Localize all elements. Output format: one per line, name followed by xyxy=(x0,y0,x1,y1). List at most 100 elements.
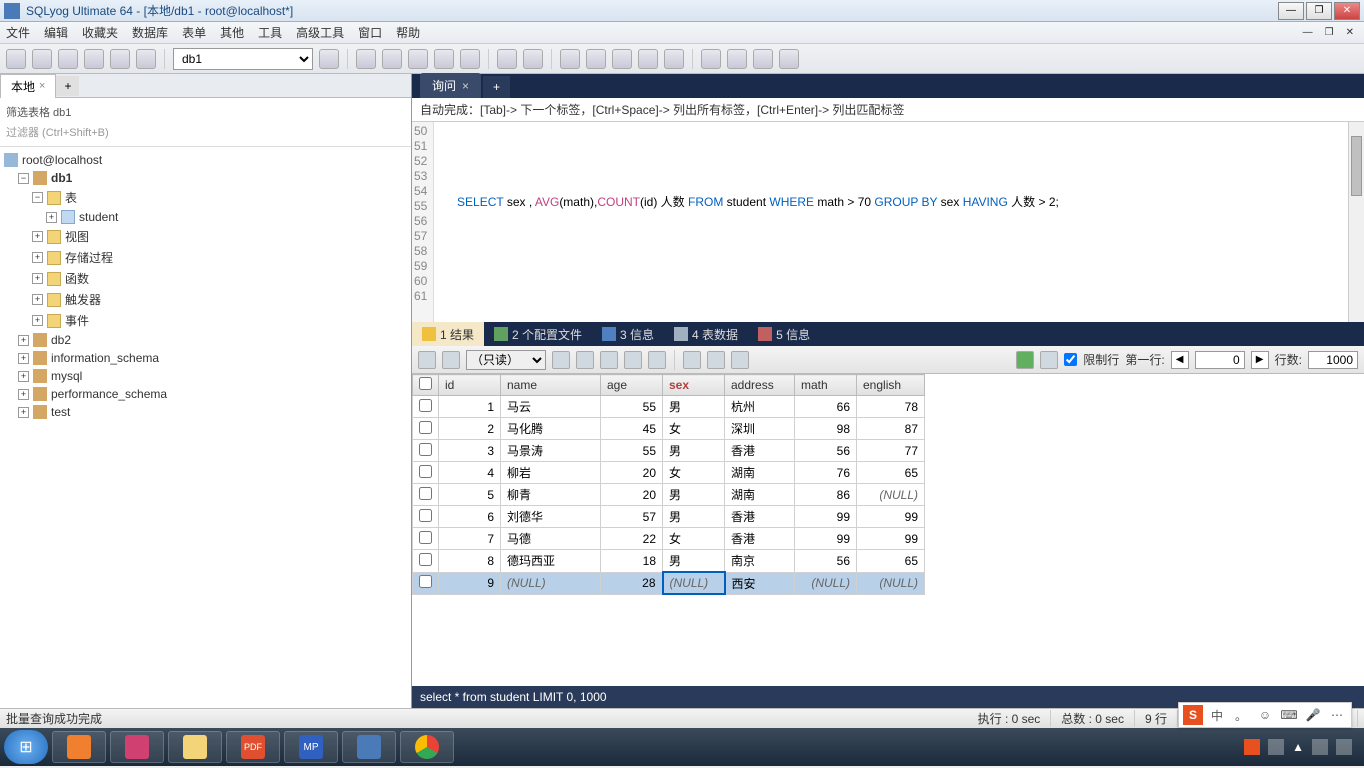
table-row[interactable]: 2马化腾45女深圳9887 xyxy=(413,418,925,440)
expand-icon[interactable]: + xyxy=(18,389,29,400)
cell-english[interactable]: 87 xyxy=(857,418,925,440)
execute-step-icon[interactable] xyxy=(84,49,104,69)
mdi-minimize-button[interactable]: — xyxy=(1299,27,1317,38)
rt-save-icon[interactable] xyxy=(600,351,618,369)
tray-icon[interactable] xyxy=(1268,739,1284,755)
result-tab-result[interactable]: 1 结果 xyxy=(412,322,484,347)
tree-db1[interactable]: db1 xyxy=(51,171,72,185)
taskbar-app-2[interactable] xyxy=(110,731,164,763)
expand-icon[interactable]: + xyxy=(32,231,43,242)
col-sex[interactable]: sex xyxy=(663,375,725,396)
refresh-icon[interactable] xyxy=(110,49,130,69)
taskbar-mp[interactable]: MP xyxy=(284,731,338,763)
cell-id[interactable]: 3 xyxy=(439,440,501,462)
cell-age[interactable]: 55 xyxy=(601,440,663,462)
tree-triggers[interactable]: 触发器 xyxy=(65,291,101,308)
refresh-icon[interactable] xyxy=(1040,351,1058,369)
cell-sex[interactable]: 女 xyxy=(663,418,725,440)
tb-icon-8[interactable] xyxy=(523,49,543,69)
ime-keyboard-icon[interactable]: ⌨ xyxy=(1279,705,1299,725)
cell-age[interactable]: 22 xyxy=(601,528,663,550)
table-row[interactable]: 1马云55男杭州6678 xyxy=(413,396,925,418)
cell-name[interactable]: 刘德华 xyxy=(501,506,601,528)
col-name[interactable]: name xyxy=(501,375,601,396)
table-row[interactable]: 5柳青20男湖南86(NULL) xyxy=(413,484,925,506)
tb-icon-5[interactable] xyxy=(434,49,454,69)
menu-window[interactable]: 窗口 xyxy=(358,24,382,41)
cell-name[interactable]: 马云 xyxy=(501,396,601,418)
ime-emoji-icon[interactable]: ☺ xyxy=(1255,705,1275,725)
cell-sex[interactable]: 女 xyxy=(663,462,725,484)
cell-math[interactable]: 99 xyxy=(795,506,857,528)
result-tab-tabledata[interactable]: 4 表数据 xyxy=(664,322,748,347)
maximize-button[interactable]: ❐ xyxy=(1306,2,1332,20)
cell-address[interactable]: 杭州 xyxy=(725,396,795,418)
tb-icon-3[interactable] xyxy=(382,49,402,69)
rt-form-icon[interactable] xyxy=(707,351,725,369)
cell-english[interactable]: (NULL) xyxy=(857,484,925,506)
cell-english[interactable]: 65 xyxy=(857,550,925,573)
query-tab[interactable]: 询问 × xyxy=(420,73,481,98)
menu-fav[interactable]: 收藏夹 xyxy=(82,24,118,41)
cell-age[interactable]: 20 xyxy=(601,462,663,484)
tray-network-icon[interactable] xyxy=(1312,739,1328,755)
tree-events[interactable]: 事件 xyxy=(65,312,89,329)
cell-name[interactable]: 马德 xyxy=(501,528,601,550)
cell-address[interactable]: 香港 xyxy=(725,528,795,550)
ime-more-icon[interactable]: ⋯ xyxy=(1327,705,1347,725)
cell-age[interactable]: 18 xyxy=(601,550,663,573)
cell-english[interactable]: 99 xyxy=(857,506,925,528)
cell-address[interactable]: 南京 xyxy=(725,550,795,573)
editor-scrollbar[interactable] xyxy=(1348,122,1364,322)
collapse-icon[interactable]: − xyxy=(32,192,43,203)
ime-toolbar[interactable]: S 中 。 ☺ ⌨ 🎤 ⋯ xyxy=(1178,702,1352,728)
cell-name[interactable]: 柳岩 xyxy=(501,462,601,484)
tb-icon-9[interactable] xyxy=(560,49,580,69)
menu-table[interactable]: 表单 xyxy=(182,24,206,41)
cell-sex[interactable]: 男 xyxy=(663,506,725,528)
cell-id[interactable]: 8 xyxy=(439,550,501,573)
tb-icon-10[interactable] xyxy=(586,49,606,69)
collapse-icon[interactable]: − xyxy=(18,173,29,184)
tb-icon-16[interactable] xyxy=(753,49,773,69)
tb-icon-1[interactable] xyxy=(319,49,339,69)
menu-advtool[interactable]: 高级工具 xyxy=(296,24,344,41)
ime-lang-icon[interactable]: 中 xyxy=(1207,705,1227,725)
row-checkbox[interactable] xyxy=(419,509,432,522)
database-select[interactable]: db1 xyxy=(173,48,313,70)
rt-export-icon[interactable] xyxy=(418,351,436,369)
cell-math[interactable]: (NULL) xyxy=(795,572,857,594)
cell-math[interactable]: 98 xyxy=(795,418,857,440)
tb-icon-2[interactable] xyxy=(356,49,376,69)
cell-name[interactable]: 柳青 xyxy=(501,484,601,506)
cell-id[interactable]: 1 xyxy=(439,396,501,418)
rt-dropdown-icon[interactable] xyxy=(442,351,460,369)
col-math[interactable]: math xyxy=(795,375,857,396)
cell-name[interactable]: 马化腾 xyxy=(501,418,601,440)
tree-student[interactable]: student xyxy=(79,210,118,224)
expand-icon[interactable]: + xyxy=(18,371,29,382)
expand-icon[interactable]: + xyxy=(32,252,43,263)
expand-icon[interactable]: + xyxy=(32,273,43,284)
cell-english[interactable]: 78 xyxy=(857,396,925,418)
close-tab-icon[interactable]: × xyxy=(39,80,45,92)
rt-icon-1[interactable] xyxy=(552,351,570,369)
cell-id[interactable]: 6 xyxy=(439,506,501,528)
tb-icon-15[interactable] xyxy=(727,49,747,69)
rt-icon-5[interactable] xyxy=(648,351,666,369)
cell-address[interactable]: 深圳 xyxy=(725,418,795,440)
cell-name[interactable]: (NULL) xyxy=(501,572,601,594)
tb-icon-14[interactable] xyxy=(701,49,721,69)
menu-help[interactable]: 帮助 xyxy=(396,24,420,41)
cell-sex[interactable]: 男 xyxy=(663,396,725,418)
sogou-icon[interactable]: S xyxy=(1183,705,1203,725)
tb-icon-13[interactable] xyxy=(664,49,684,69)
menu-edit[interactable]: 编辑 xyxy=(44,24,68,41)
cell-address[interactable]: 湖南 xyxy=(725,462,795,484)
expand-icon[interactable]: + xyxy=(32,294,43,305)
result-tab-profiles[interactable]: 2 个配置文件 xyxy=(484,322,592,347)
menu-tool[interactable]: 工具 xyxy=(258,24,282,41)
row-checkbox[interactable] xyxy=(419,399,432,412)
cell-math[interactable]: 56 xyxy=(795,550,857,573)
cell-math[interactable]: 76 xyxy=(795,462,857,484)
